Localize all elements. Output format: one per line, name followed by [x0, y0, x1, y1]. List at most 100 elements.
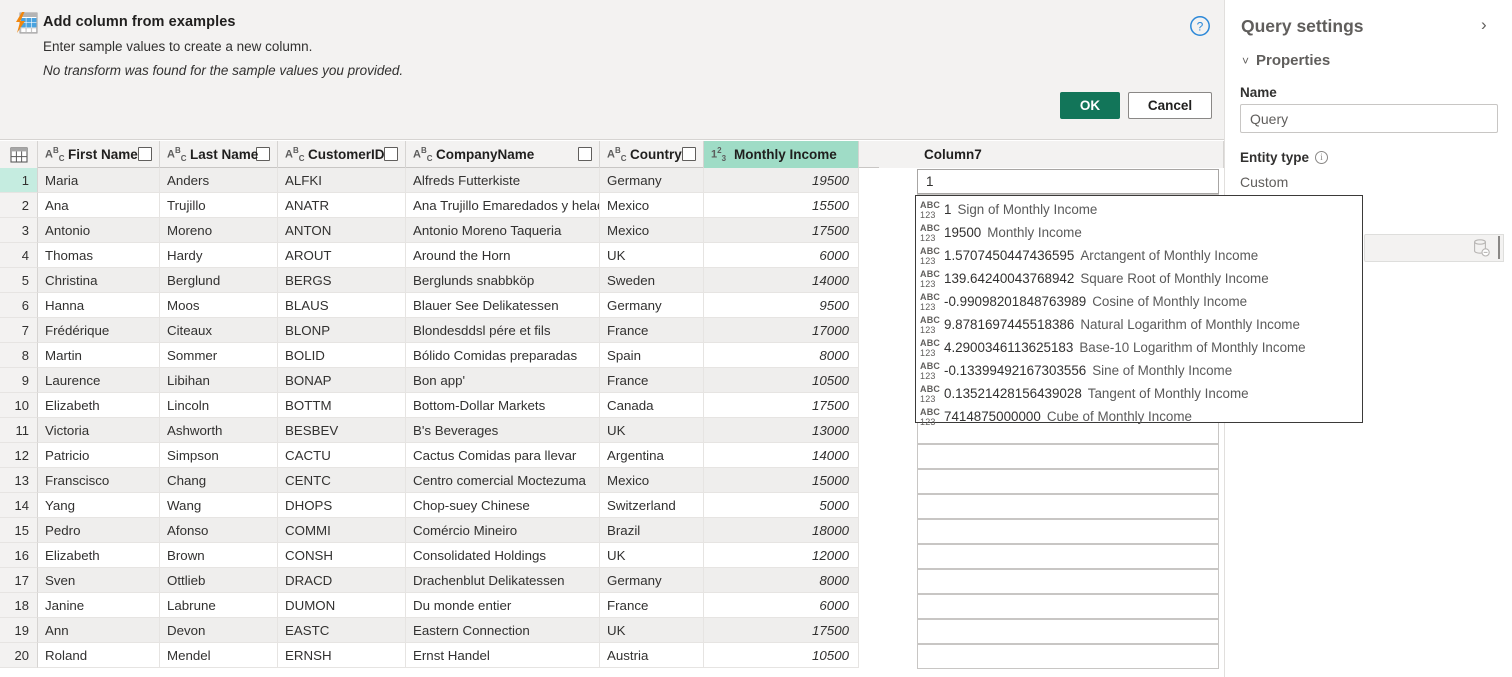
column-header-last-name[interactable]: ABC Last Name: [160, 141, 278, 168]
cell-last-name[interactable]: Moos: [160, 293, 278, 318]
cell-first-name[interactable]: Elizabeth: [38, 393, 160, 418]
row-number[interactable]: 3: [0, 218, 38, 243]
suggestion-item[interactable]: ABC 123 4.2900346113625183 Base-10 Logarith…: [916, 336, 1362, 359]
column-header-companyname[interactable]: ABC CompanyName: [406, 141, 600, 168]
cell-first-name[interactable]: Yang: [38, 493, 160, 518]
cell-last-name[interactable]: Simpson: [160, 443, 278, 468]
suggestion-item[interactable]: ABC 123 19500 Monthly Income: [916, 221, 1362, 244]
cell-monthly-income[interactable]: 15500: [704, 193, 859, 218]
cell-customerid[interactable]: BLONP: [278, 318, 406, 343]
row-number[interactable]: 16: [0, 543, 38, 568]
cell-first-name[interactable]: Ana: [38, 193, 160, 218]
row-number[interactable]: 1: [0, 168, 38, 193]
cell-country[interactable]: UK: [600, 543, 704, 568]
cell-customerid[interactable]: BLAUS: [278, 293, 406, 318]
cell-customerid[interactable]: CENTC: [278, 468, 406, 493]
help-circle-icon[interactable]: ?: [1188, 14, 1212, 38]
column-header-monthly-income[interactable]: 123 Monthly Income: [704, 141, 859, 168]
row-number[interactable]: 14: [0, 493, 38, 518]
new-column-cell[interactable]: [917, 569, 1219, 594]
suggestion-item[interactable]: ABC 123 7414875000000 Cube of Monthly Incom…: [916, 405, 1362, 428]
cell-first-name[interactable]: Roland: [38, 643, 160, 668]
cell-monthly-income[interactable]: 15000: [704, 468, 859, 493]
cell-monthly-income[interactable]: 12000: [704, 543, 859, 568]
row-number[interactable]: 2: [0, 193, 38, 218]
cell-companyname[interactable]: Blondesddsl pére et fils: [406, 318, 600, 343]
suggestion-item[interactable]: ABC 123 139.64240043768942 Square Root of M…: [916, 267, 1362, 290]
cell-monthly-income[interactable]: 17000: [704, 318, 859, 343]
cell-first-name[interactable]: Frédérique: [38, 318, 160, 343]
grid-corner-select-all[interactable]: [0, 141, 38, 168]
cell-monthly-income[interactable]: 14000: [704, 443, 859, 468]
column-header-customerid[interactable]: ABC CustomerID: [278, 141, 406, 168]
cell-country[interactable]: UK: [600, 243, 704, 268]
suggestion-item[interactable]: ABC 123 1 Sign of Monthly Income: [916, 198, 1362, 221]
cell-monthly-income[interactable]: 17500: [704, 618, 859, 643]
new-column-cell[interactable]: [917, 544, 1219, 569]
cell-companyname[interactable]: Ana Trujillo Emaredados y helados: [406, 193, 600, 218]
cell-monthly-income[interactable]: 17500: [704, 218, 859, 243]
cell-customerid[interactable]: ANATR: [278, 193, 406, 218]
cell-first-name[interactable]: Franscisco: [38, 468, 160, 493]
suggestion-item[interactable]: ABC 123 -0.99098201848763989 Cosine of Mont…: [916, 290, 1362, 313]
cell-country[interactable]: Brazil: [600, 518, 704, 543]
query-name-input[interactable]: [1240, 104, 1498, 133]
cell-first-name[interactable]: Hanna: [38, 293, 160, 318]
row-number[interactable]: 12: [0, 443, 38, 468]
cell-monthly-income[interactable]: 18000: [704, 518, 859, 543]
cell-customerid[interactable]: BOTTM: [278, 393, 406, 418]
row-number[interactable]: 15: [0, 518, 38, 543]
row-number[interactable]: 18: [0, 593, 38, 618]
cell-country[interactable]: Germany: [600, 293, 704, 318]
cell-companyname[interactable]: Chop-suey Chinese: [406, 493, 600, 518]
cell-first-name[interactable]: Laurence: [38, 368, 160, 393]
cell-monthly-income[interactable]: 6000: [704, 593, 859, 618]
row-number[interactable]: 17: [0, 568, 38, 593]
cell-monthly-income[interactable]: 13000: [704, 418, 859, 443]
suggestion-item[interactable]: ABC 123 -0.13399492167303556 Sine of Monthl…: [916, 359, 1362, 382]
row-number[interactable]: 9: [0, 368, 38, 393]
cell-first-name[interactable]: Elizabeth: [38, 543, 160, 568]
cell-country[interactable]: Canada: [600, 393, 704, 418]
transform-suggestions-dropdown[interactable]: ABC 123 1 Sign of Monthly Income ABC 123 19500…: [915, 195, 1363, 427]
cell-first-name[interactable]: Martin: [38, 343, 160, 368]
cell-companyname[interactable]: B's Beverages: [406, 418, 600, 443]
cell-companyname[interactable]: Alfreds Futterkiste: [406, 168, 600, 193]
cell-companyname[interactable]: Comércio Mineiro: [406, 518, 600, 543]
cell-customerid[interactable]: AROUT: [278, 243, 406, 268]
cell-country[interactable]: UK: [600, 418, 704, 443]
cell-country[interactable]: Mexico: [600, 468, 704, 493]
chevron-right-icon[interactable]: ›: [1481, 16, 1487, 33]
cell-customerid[interactable]: BOLID: [278, 343, 406, 368]
cell-last-name[interactable]: Berglund: [160, 268, 278, 293]
row-number[interactable]: 6: [0, 293, 38, 318]
cell-country[interactable]: Sweden: [600, 268, 704, 293]
column-header-country[interactable]: ABC Country: [600, 141, 704, 168]
cell-first-name[interactable]: Victoria: [38, 418, 160, 443]
row-number[interactable]: 11: [0, 418, 38, 443]
new-column-cell[interactable]: [917, 444, 1219, 469]
cell-last-name[interactable]: Anders: [160, 168, 278, 193]
cell-companyname[interactable]: Bólido Comidas preparadas: [406, 343, 600, 368]
cell-country[interactable]: France: [600, 593, 704, 618]
new-column-cell[interactable]: [917, 494, 1219, 519]
new-column-cell[interactable]: [917, 619, 1219, 644]
cell-last-name[interactable]: Afonso: [160, 518, 278, 543]
cell-country[interactable]: France: [600, 318, 704, 343]
cell-country[interactable]: Germany: [600, 568, 704, 593]
cell-companyname[interactable]: Cactus Comidas para llevar: [406, 443, 600, 468]
cell-country[interactable]: Switzerland: [600, 493, 704, 518]
cell-last-name[interactable]: Sommer: [160, 343, 278, 368]
cell-customerid[interactable]: COMMI: [278, 518, 406, 543]
cell-customerid[interactable]: DRACD: [278, 568, 406, 593]
row-number[interactable]: 8: [0, 343, 38, 368]
cell-country[interactable]: Mexico: [600, 218, 704, 243]
cell-companyname[interactable]: Around the Horn: [406, 243, 600, 268]
cell-monthly-income[interactable]: 10500: [704, 368, 859, 393]
cell-companyname[interactable]: Bottom-Dollar Markets: [406, 393, 600, 418]
row-number[interactable]: 19: [0, 618, 38, 643]
cell-companyname[interactable]: Bon app': [406, 368, 600, 393]
new-column-cell[interactable]: [917, 519, 1219, 544]
suggestion-item[interactable]: ABC 123 1.5707450447436595 Arctangent of Mo…: [916, 244, 1362, 267]
cell-country[interactable]: France: [600, 368, 704, 393]
